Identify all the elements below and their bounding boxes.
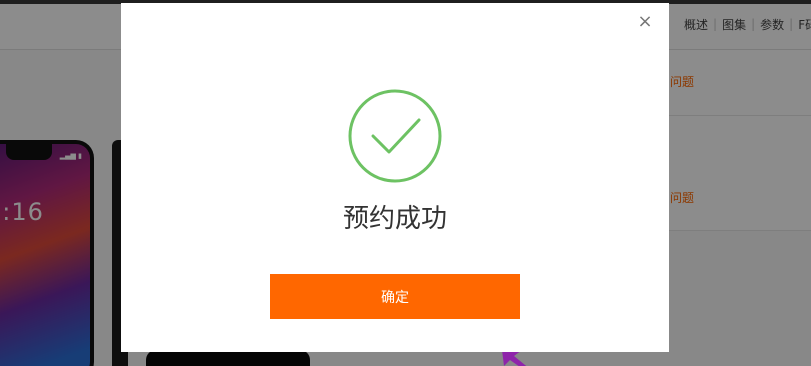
close-icon[interactable]: ×	[636, 13, 654, 31]
confirm-button[interactable]: 确定	[270, 274, 520, 319]
success-dialog: × 预约成功 确定	[121, 3, 669, 352]
dialog-title: 预约成功	[342, 204, 447, 234]
check-circle-icon	[348, 89, 442, 183]
